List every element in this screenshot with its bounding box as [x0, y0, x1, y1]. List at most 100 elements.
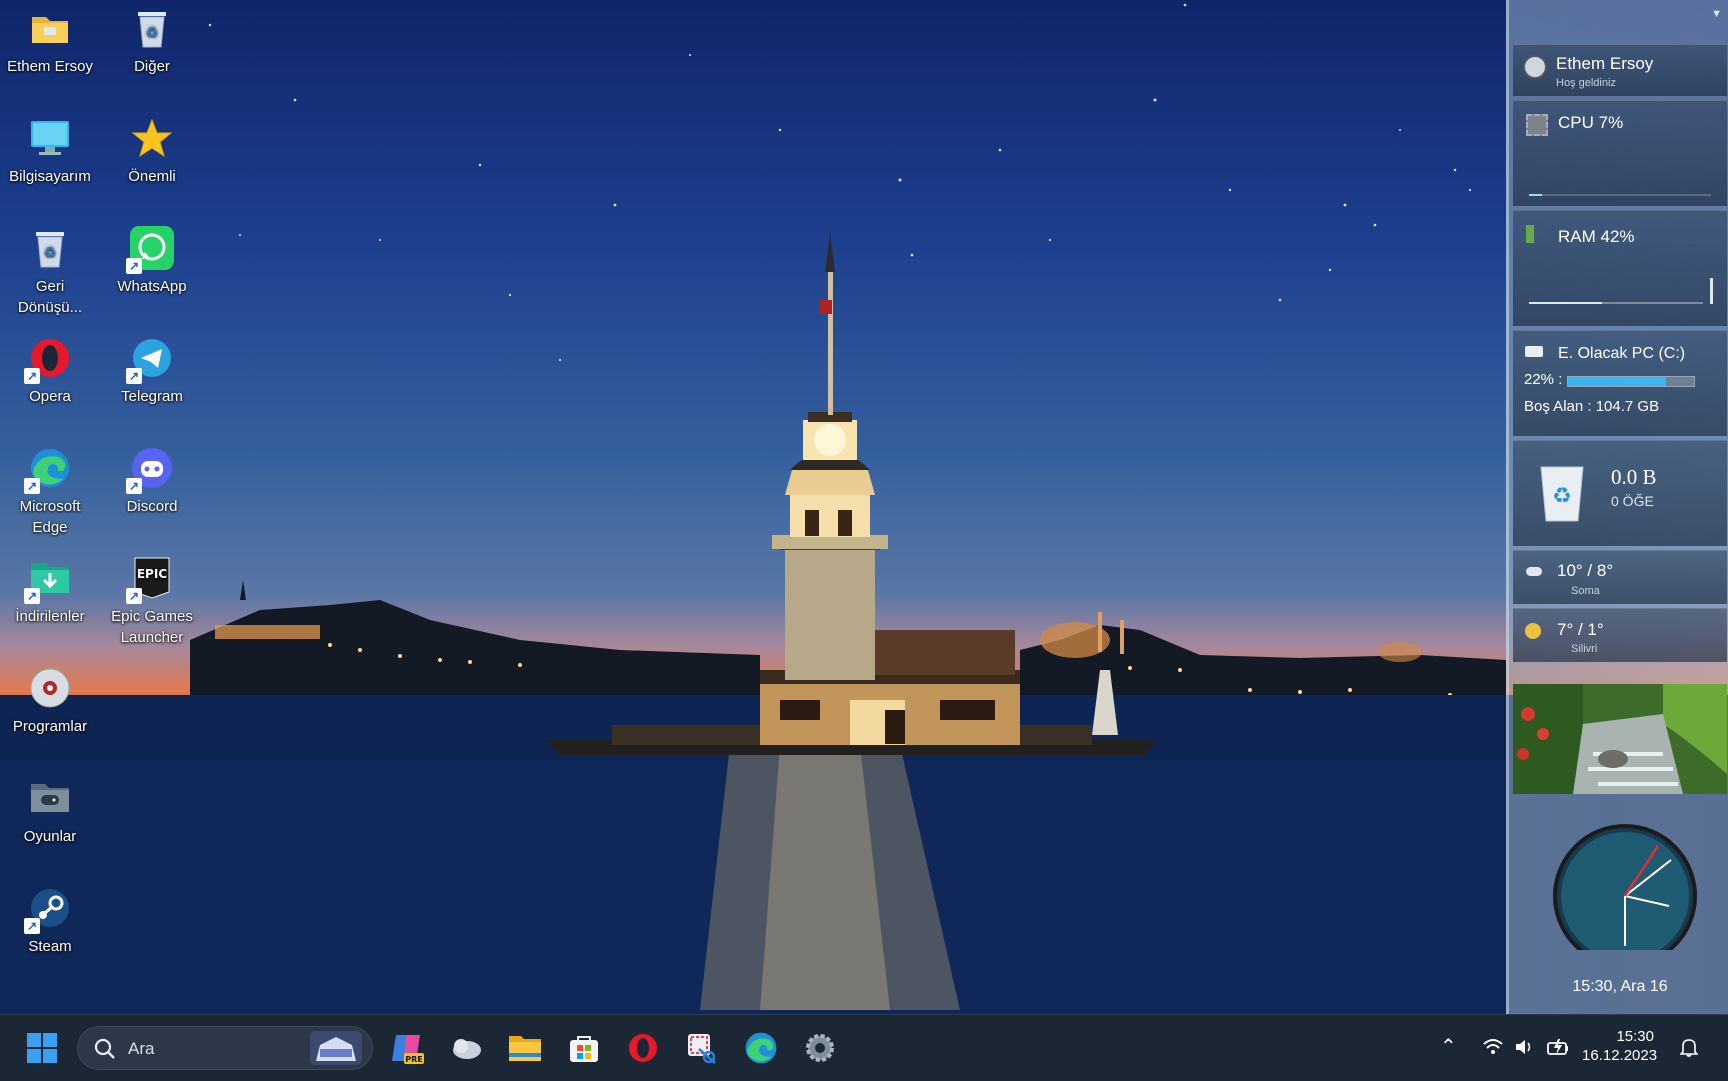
drive-gadget[interactable]: E. Olacak PC (C:) 22% : Boş Alan : 104.7…	[1513, 330, 1727, 436]
svg-text:♻: ♻	[1552, 484, 1572, 509]
epic-games-icon: EPIC ↗	[126, 556, 174, 604]
recycle-bin-icon: ♻	[28, 226, 72, 270]
user-avatar-icon	[1523, 55, 1547, 79]
cpu-label: CPU 7%	[1558, 113, 1624, 132]
weather-city: Soma	[1571, 585, 1600, 597]
desktop-icon-whatsapp[interactable]: ↗ WhatsApp	[104, 226, 200, 297]
weather-city: Silivri	[1571, 643, 1598, 655]
clock-caption: 15:30, Ara 16	[1572, 978, 1668, 995]
shortcut-arrow-icon: ↗	[126, 478, 142, 494]
opera-icon	[629, 1034, 657, 1062]
desktop-icon-programs[interactable]: Programlar	[2, 666, 98, 737]
snipping-tool-icon	[688, 1034, 716, 1064]
desktop-icon-label: Telegram	[121, 388, 183, 405]
steam-icon: ↗	[24, 886, 72, 934]
discord-icon: ↗	[126, 446, 174, 494]
start-button[interactable]	[20, 1026, 64, 1070]
user-greeting: Hoş geldiniz	[1556, 77, 1616, 89]
user-folder-icon	[28, 6, 72, 50]
wifi-icon[interactable]	[1482, 1038, 1504, 1056]
star-icon	[130, 116, 174, 160]
weather-cloud-icon	[453, 1039, 481, 1059]
recycle-bin-gadget[interactable]: ♻ 0.0 B 0 ÖĞE	[1513, 440, 1727, 546]
ram-label: RAM 42%	[1558, 227, 1635, 246]
recycle-item-count: 0 ÖĞE	[1611, 493, 1654, 509]
shortcut-arrow-icon: ↗	[126, 258, 142, 274]
cpu-usage-bar	[1529, 194, 1711, 196]
ram-gadget[interactable]: RAM 42%	[1513, 210, 1727, 326]
computer-icon	[28, 116, 72, 160]
svg-text:PRE: PRE	[405, 1055, 423, 1064]
desktop-icon-computer[interactable]: Bilgisayarım	[2, 116, 98, 187]
search-icon	[94, 1038, 115, 1059]
weather-temp: 10° / 8°	[1557, 561, 1614, 580]
user-gadget[interactable]: Ethem Ersoy Hoş geldiniz	[1513, 44, 1727, 96]
taskbar-file-explorer[interactable]	[503, 1026, 547, 1070]
edge-icon	[745, 1032, 777, 1064]
clock-gadget[interactable]: 15:30, Ara 16	[1513, 800, 1727, 1014]
desktop-icon-discord[interactable]: ↗ Discord	[104, 446, 200, 517]
windows-logo-icon	[27, 1033, 57, 1063]
desktop-icon-telegram[interactable]: ↗ Telegram	[104, 336, 200, 407]
desktop-icon-games[interactable]: Oyunlar	[2, 776, 98, 847]
desktop-icon-edge[interactable]: ↗ Microsoft Edge	[2, 446, 98, 538]
taskbar-time: 15:30	[1616, 1028, 1654, 1045]
svg-text:♻: ♻	[146, 25, 159, 41]
ram-usage-bar	[1529, 302, 1703, 304]
taskbar-opera[interactable]	[621, 1026, 665, 1070]
drive-name: E. Olacak PC (C:)	[1558, 345, 1686, 362]
desktop-icon-label: WhatsApp	[117, 278, 187, 295]
drive-percent-label: 22% :	[1524, 371, 1563, 388]
desktop-icon-opera[interactable]: ↗ Opera	[2, 336, 98, 407]
desktop-icon-label: Discord	[126, 498, 178, 515]
taskbar-weather[interactable]	[444, 1026, 488, 1070]
svg-text:EPIC: EPIC	[137, 567, 167, 581]
recycle-bin-icon: ♻	[130, 6, 174, 50]
notification-bell-icon[interactable]	[1680, 1037, 1698, 1057]
desktop-icon-label: Bilgisayarım	[9, 168, 91, 185]
desktop-wallpaper	[0, 0, 1728, 1080]
search-box[interactable]: Ara	[77, 1026, 373, 1070]
weather-temp: 7° / 1°	[1557, 620, 1604, 639]
drive-free-space: Boş Alan : 104.7 GB	[1524, 398, 1660, 415]
desktop-icon-user-folder[interactable]: Ethem Ersoy	[2, 6, 98, 77]
taskbar-settings[interactable]	[798, 1026, 842, 1070]
desktop-icon-label: İndirilenler	[15, 608, 85, 625]
volume-icon[interactable]	[1514, 1038, 1534, 1056]
desktop-icon-epic-games[interactable]: EPIC ↗ Epic Games Launcher	[104, 556, 200, 648]
battery-charging-icon[interactable]	[1546, 1037, 1570, 1057]
whatsapp-icon: ↗	[126, 226, 174, 274]
taskbar-microsoft-store[interactable]	[562, 1026, 606, 1070]
recycle-size: 0.0 B	[1611, 465, 1657, 489]
cpu-gadget[interactable]: CPU 7%	[1513, 100, 1727, 206]
drive-usage-bar	[1567, 376, 1695, 387]
shortcut-arrow-icon: ↗	[126, 368, 142, 384]
taskbar-clock[interactable]: 15:30 16.12.2023	[1582, 1028, 1658, 1064]
desktop-icon-steam[interactable]: ↗ Steam	[2, 886, 98, 957]
gadget-sidebar: ▼ Ethem Ersoy Hoş geldiniz CPU 7% RAM 42…	[1506, 0, 1728, 1014]
hard-drive-icon	[1525, 346, 1543, 357]
shortcut-arrow-icon: ↗	[24, 588, 40, 604]
cpu-chip-icon	[1526, 114, 1548, 136]
shortcut-arrow-icon: ↗	[126, 588, 142, 604]
telegram-icon: ↗	[126, 336, 174, 384]
desktop-icon-other[interactable]: ♻ Diğer	[104, 6, 200, 77]
weather-gadget-silivri[interactable]: 7° / 1° Silivri	[1513, 608, 1727, 662]
svg-text:♻: ♻	[44, 245, 57, 261]
weather-gadget-soma[interactable]: 10° / 8° Soma	[1513, 550, 1727, 604]
slideshow-image[interactable]	[1513, 684, 1727, 794]
taskbar-date: 16.12.2023	[1582, 1047, 1658, 1064]
show-hidden-icons-chevron-icon[interactable]: ⌃	[1440, 1034, 1457, 1059]
desktop-icon-recycle-bin[interactable]: ♻ Geri Dönüşü...	[2, 226, 98, 318]
taskbar-copilot[interactable]: PRE	[385, 1026, 429, 1070]
chevron-down-icon[interactable]: ▼	[1711, 8, 1722, 20]
desktop-icon-important[interactable]: Önemli	[104, 116, 200, 187]
desktop-icon-label: Önemli	[128, 168, 176, 185]
programs-disc-icon	[28, 666, 72, 710]
taskbar-snipping-tool[interactable]	[680, 1026, 724, 1070]
sun-icon	[1525, 623, 1541, 639]
taskbar-edge[interactable]	[739, 1026, 783, 1070]
analog-clock-face	[1553, 824, 1697, 950]
desktop-icon-label: Programlar	[12, 718, 88, 735]
desktop-icon-downloads[interactable]: ↗ İndirilenler	[2, 556, 98, 627]
